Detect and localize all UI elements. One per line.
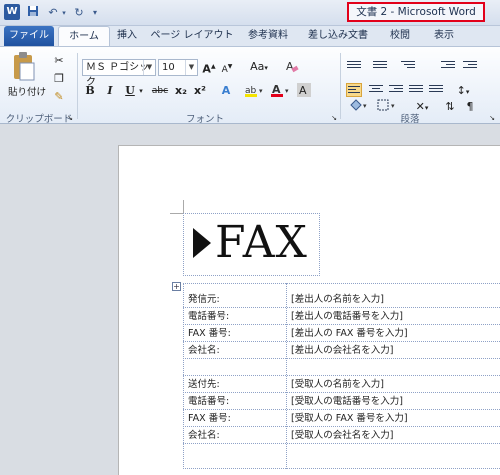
table-border	[183, 283, 500, 284]
change-case-button[interactable]: Aa▾	[248, 59, 270, 75]
table-row[interactable]: FAX 番号: [差出人の FAX 番号を入力]	[183, 325, 500, 342]
tab-references[interactable]: 参考資料	[242, 26, 294, 46]
increase-indent-icon[interactable]	[462, 59, 478, 73]
chevron-down-icon: ▼	[143, 60, 155, 75]
field-placeholder[interactable]: [差出人の FAX 番号を入力]	[291, 325, 408, 342]
table-row[interactable]: 送付先: [受取人の名前を入力]	[183, 376, 500, 393]
font-color-icon[interactable]: A ▾	[270, 83, 292, 99]
ribbon: 貼り付け ✂ ❐ ✎ クリップボード ↘ ＭＳ Ｐゴシック ▼ 10 ▼ A▲ A▼…	[0, 46, 500, 125]
align-center-icon[interactable]	[368, 83, 384, 97]
undo-dropdown-icon[interactable]: ▾	[60, 5, 68, 21]
clipboard-group-label: クリップボード	[5, 114, 73, 125]
group-separator	[340, 53, 341, 119]
table-row[interactable]: 電話番号: [受取人の電話番号を入力]	[183, 393, 500, 410]
field-placeholder[interactable]: [差出人の電話番号を入力]	[291, 308, 403, 325]
field-label: 会社名:	[188, 430, 220, 441]
undo-icon[interactable]: ↶	[46, 5, 60, 21]
tab-insert[interactable]: 挿入	[112, 26, 142, 46]
field-placeholder[interactable]: [差出人の名前を入力]	[291, 291, 384, 308]
word-app-icon[interactable]: W	[4, 4, 20, 20]
paste-button[interactable]: 貼り付け	[8, 84, 46, 98]
field-placeholder[interactable]: [受取人の電話番号を入力]	[291, 393, 403, 410]
font-name-select[interactable]: ＭＳ Ｐゴシック ▼	[82, 59, 156, 88]
field-label: 電話番号:	[188, 311, 230, 322]
tab-review[interactable]: 校閲	[382, 26, 418, 46]
highlight-color-icon[interactable]: ab ▾	[244, 83, 266, 99]
clear-formatting-icon[interactable]: A	[284, 59, 300, 75]
svg-text:▾: ▾	[285, 87, 289, 95]
table-move-handle-icon[interactable]: +	[172, 282, 181, 291]
customize-qat-icon[interactable]: ▾	[90, 5, 100, 21]
margin-corner-mark	[170, 200, 184, 214]
tab-view[interactable]: 表示	[426, 26, 462, 46]
grow-font-button[interactable]: A▲	[202, 59, 216, 76]
shrink-font-button[interactable]: A▼	[220, 59, 234, 75]
strikethrough-button[interactable]: abc	[150, 83, 170, 99]
table-row[interactable]: 発信元: [差出人の名前を入力]	[183, 291, 500, 308]
tab-home[interactable]: ホーム	[58, 26, 110, 46]
table-row[interactable]: 電話番号: [差出人の電話番号を入力]	[183, 308, 500, 325]
italic-button[interactable]: I	[104, 83, 116, 99]
multilevel-list-icon[interactable]	[400, 59, 416, 73]
chevron-down-icon: ▼	[185, 60, 197, 75]
svg-text:A: A	[299, 84, 307, 97]
field-label: 会社名:	[188, 345, 220, 356]
table-row-spacer[interactable]	[183, 444, 500, 469]
numbering-icon[interactable]	[372, 59, 388, 73]
table-row[interactable]: 会社名: [受取人の会社名を入力]	[183, 427, 500, 444]
align-left-icon[interactable]	[346, 83, 362, 97]
table-row-spacer[interactable]	[183, 359, 500, 376]
svg-text:▾: ▾	[259, 87, 263, 95]
align-right-icon[interactable]	[388, 83, 404, 97]
subscript-button[interactable]: x₂	[174, 83, 188, 99]
copy-icon[interactable]: ❐	[52, 71, 66, 87]
field-label: 発信元:	[188, 294, 220, 305]
bold-button[interactable]: B	[84, 83, 96, 99]
field-placeholder[interactable]: [受取人の名前を入力]	[291, 376, 384, 393]
field-label: FAX 番号:	[188, 328, 231, 339]
field-label: FAX 番号:	[188, 413, 231, 424]
cut-icon[interactable]: ✂	[52, 53, 66, 69]
group-separator	[77, 53, 78, 119]
paragraph-group-label: 段落	[400, 114, 420, 125]
superscript-button[interactable]: x²	[193, 83, 207, 99]
field-label: 電話番号:	[188, 396, 230, 407]
window-title: 文書 2 - Microsoft Word	[347, 2, 485, 22]
bullets-icon[interactable]	[346, 59, 362, 73]
decrease-indent-icon[interactable]	[440, 59, 456, 73]
fax-heading[interactable]: FAX	[193, 213, 308, 273]
svg-text:▾: ▾	[363, 102, 367, 110]
table-row[interactable]: FAX 番号: [受取人の FAX 番号を入力]	[183, 410, 500, 427]
tab-mailings[interactable]: 差し込み文書	[302, 26, 374, 46]
underline-button[interactable]: U	[124, 83, 136, 99]
underline-dropdown-icon[interactable]: ▾	[137, 83, 145, 99]
field-placeholder[interactable]: [差出人の会社名を入力]	[291, 342, 393, 359]
svg-text:▾: ▾	[391, 102, 395, 110]
field-placeholder[interactable]: [受取人の FAX 番号を入力]	[291, 410, 408, 427]
table-row[interactable]: 会社名: [差出人の会社名を入力]	[183, 342, 500, 359]
save-icon[interactable]	[26, 5, 40, 21]
redo-icon[interactable]: ↻	[72, 5, 86, 21]
text-effects-icon[interactable]: A	[218, 83, 234, 99]
tab-file[interactable]: ファイル	[4, 26, 54, 46]
character-shading-icon[interactable]: A	[296, 83, 312, 99]
line-spacing-icon[interactable]: ↕▾	[452, 83, 474, 99]
font-group-label: フォント	[185, 114, 224, 125]
paste-icon[interactable]	[10, 51, 38, 83]
tab-page-layout[interactable]: ページ レイアウト	[150, 26, 234, 46]
distributed-icon[interactable]	[428, 83, 444, 97]
font-size-select[interactable]: 10 ▼	[158, 59, 198, 76]
justify-icon[interactable]	[408, 83, 424, 97]
field-label: 送付先:	[188, 379, 220, 390]
format-painter-icon[interactable]: ✎	[52, 89, 66, 105]
field-placeholder[interactable]: [受取人の会社名を入力]	[291, 427, 393, 444]
